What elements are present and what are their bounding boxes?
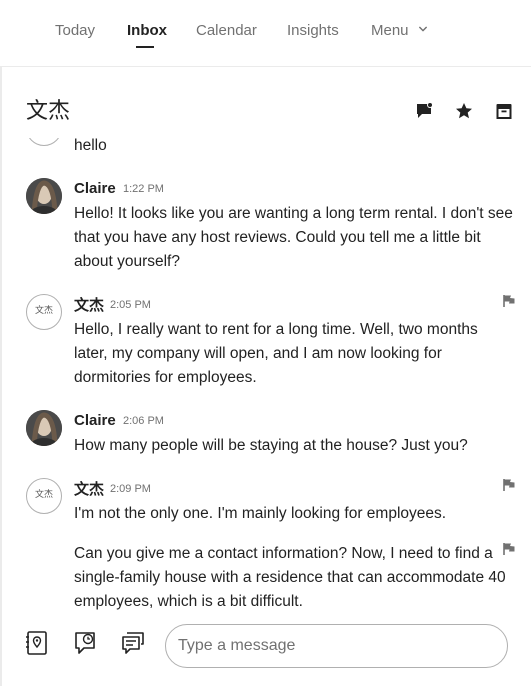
nav-calendar[interactable]: Calendar — [196, 22, 257, 40]
quick-replies-icon[interactable] — [121, 630, 145, 656]
sender-name: Claire — [74, 180, 116, 197]
avatar[interactable] — [26, 410, 62, 446]
panel-divider — [0, 67, 2, 686]
flag-icon[interactable] — [502, 294, 516, 308]
thread-title: 文杰 — [26, 99, 71, 124]
nav-menu[interactable]: Menu — [371, 22, 427, 40]
flag-icon[interactable] — [502, 478, 516, 492]
chevron-down-icon — [418, 26, 427, 32]
sender-name: 文杰 — [74, 296, 105, 314]
sender-name: Claire — [74, 412, 116, 429]
scheduled-message-icon[interactable] — [73, 630, 97, 656]
message-icon[interactable] — [415, 102, 433, 120]
host-avatar-photo — [26, 410, 62, 446]
message-time: 2:05 PM — [110, 299, 151, 311]
archive-icon[interactable] — [495, 102, 513, 120]
avatar[interactable]: 文杰 — [26, 294, 62, 330]
nav-today[interactable]: Today — [55, 22, 95, 40]
message-text: Can you give me a contact information? N… — [74, 545, 506, 610]
message-time: 2:06 PM — [123, 415, 164, 427]
nav-inbox[interactable]: Inbox — [127, 22, 167, 40]
star-icon[interactable] — [455, 102, 473, 120]
active-tab-indicator — [136, 46, 154, 48]
host-avatar-photo — [26, 178, 62, 214]
nav-menu-label: Menu — [371, 22, 409, 39]
message-text: Hello! It looks like you are wanting a l… — [74, 205, 513, 270]
message-text: hello — [74, 137, 107, 154]
message-input[interactable] — [165, 624, 508, 668]
avatar[interactable]: 文杰 — [26, 478, 62, 514]
message-time: 1:22 PM — [123, 183, 164, 195]
avatar[interactable] — [26, 178, 62, 214]
message-time: 2:09 PM — [110, 483, 151, 495]
message-text: Hello, I really want to rent for a long … — [74, 321, 478, 386]
nav-insights[interactable]: Insights — [287, 22, 339, 40]
message-text: I'm not the only one. I'm mainly looking… — [74, 505, 447, 522]
top-navigation: Today Inbox Calendar Insights Menu — [0, 0, 531, 67]
message-text: How many people will be staying at the h… — [74, 437, 468, 454]
listing-guide-icon[interactable] — [25, 630, 49, 656]
sender-name: 文杰 — [74, 480, 105, 498]
